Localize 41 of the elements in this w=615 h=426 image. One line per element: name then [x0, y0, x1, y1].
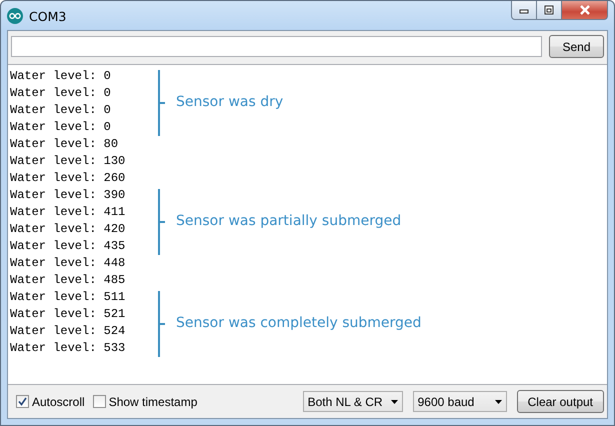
output-line: Water level: 0	[10, 68, 112, 85]
output-line: Water level: 524	[10, 323, 126, 340]
caret-icon	[494, 400, 502, 404]
bracket-line	[158, 189, 165, 255]
window-title: COM3	[29, 8, 66, 24]
output-line: Water level: 0	[10, 102, 112, 119]
output-line: Water level: 80	[10, 136, 120, 153]
checkbox[interactable]	[92, 395, 106, 408]
output-line: Water level: 533	[10, 340, 126, 357]
output-line: Water level: 390	[10, 187, 126, 204]
output-line: Water level: 260	[10, 170, 126, 187]
checkbox-label: Autoscroll	[32, 394, 85, 408]
output-line: Water level: 435	[10, 238, 126, 255]
bracket-line	[158, 291, 165, 357]
dropdown[interactable]: Both NL & CR	[302, 391, 403, 412]
annotation-text: Sensor was completely submerged	[175, 315, 422, 331]
annotation-text: Sensor was dry	[175, 94, 284, 110]
output-line: Water level: 420	[10, 221, 126, 238]
message-input-field[interactable]	[11, 36, 542, 57]
maximize-icon	[544, 5, 554, 15]
close-button[interactable]	[562, 1, 608, 20]
output-line: Water level: 485	[10, 272, 126, 289]
close-icon	[578, 5, 590, 15]
output-line: Water level: 511	[10, 289, 126, 306]
clear-output-button[interactable]: Clear output	[516, 390, 604, 413]
maximize-button[interactable]	[537, 1, 562, 20]
checkbox[interactable]	[16, 395, 29, 408]
annotation-text: Sensor was partially submerged	[175, 213, 402, 229]
output-line: Water level: 521	[10, 306, 126, 323]
dropdown[interactable]: 9600 baud	[412, 391, 507, 412]
app-logo-icon	[7, 8, 23, 24]
minimize-button[interactable]	[511, 1, 537, 20]
output-line: Water level: 411	[10, 204, 126, 221]
output-line: Water level: 130	[10, 153, 126, 170]
bracket-line	[158, 70, 165, 136]
output-line: Water level: 0	[10, 85, 112, 102]
caret-icon	[390, 400, 398, 404]
output-line: Water level: 0	[10, 119, 112, 136]
checkbox-label: Show timestamp	[108, 394, 198, 408]
send-button[interactable]: Send	[549, 35, 604, 58]
output-line: Water level: 448	[10, 255, 126, 272]
